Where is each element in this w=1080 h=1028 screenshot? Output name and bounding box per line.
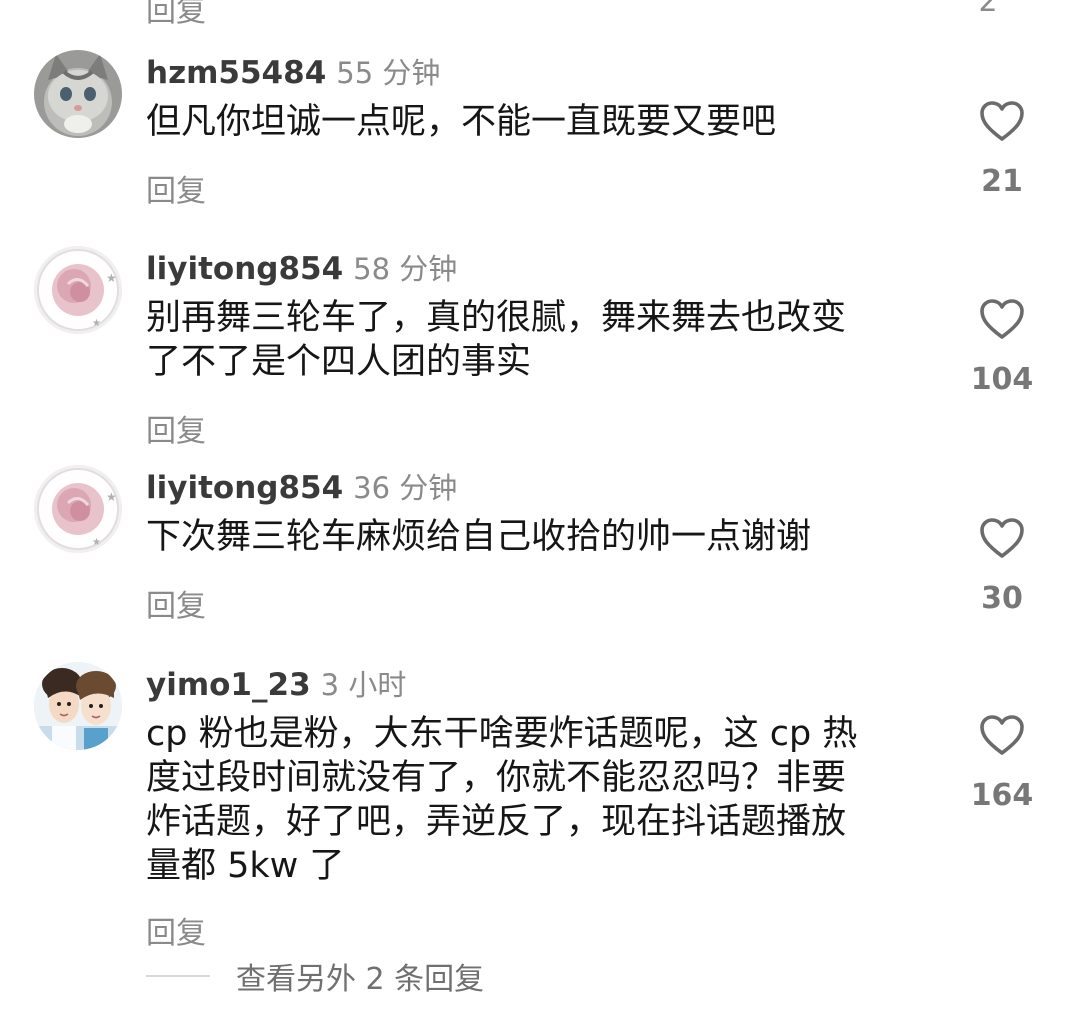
comment-line: cp 粉也是粉，大东干啥要炸话题呢，这 cp 热 (146, 714, 858, 754)
comment-line: 度过段时间就没有了，你就不能忍忍吗？非要 (146, 758, 847, 798)
rose-avatar-icon: ★ ★ (34, 246, 122, 334)
username[interactable]: hzm55484 (146, 55, 326, 91)
heart-icon[interactable] (979, 100, 1025, 142)
reply-button[interactable]: 回复 (146, 908, 206, 952)
timestamp: 58 分钟 (353, 252, 458, 286)
svg-text:★: ★ (92, 537, 101, 548)
comment-line: 下次舞三轮车麻烦给自己收拾的帅一点谢谢 (146, 517, 812, 557)
timestamp: 55 分钟 (336, 56, 441, 90)
comment-text: 别再舞三轮车了，真的很腻，舞来舞去也改变 了不了是个四人团的事实 (146, 296, 936, 384)
avatar[interactable]: ★ ★ (34, 465, 122, 553)
comment-text: cp 粉也是粉，大东干啥要炸话题呢，这 cp 热 度过段时间就没有了，你就不能忍… (146, 712, 936, 888)
heart-icon[interactable] (979, 517, 1025, 559)
rose-avatar-icon: ★ ★ (34, 465, 122, 553)
like-count: 30 (981, 581, 1023, 616)
heart-icon[interactable] (979, 714, 1025, 756)
timestamp: 3 小时 (320, 668, 407, 702)
svg-text:★: ★ (92, 318, 101, 329)
like-count: 104 (970, 362, 1034, 397)
comment-meta: liyitong854 58 分钟 (146, 246, 458, 287)
reply-button[interactable]: 回复 (146, 166, 206, 210)
comment-text: 但凡你坦诚一点呢，不能一直既要又要吧 (146, 100, 936, 144)
like-count: 21 (981, 164, 1023, 199)
comment-line: 了不了是个四人团的事实 (146, 342, 532, 382)
heart-icon[interactable] (979, 298, 1025, 340)
svg-text:★: ★ (106, 271, 117, 285)
username[interactable]: yimo1_23 (146, 667, 311, 703)
like-control: 30 (962, 517, 1042, 616)
like-control: 164 (962, 714, 1042, 813)
like-count: 164 (970, 778, 1034, 813)
reply-button[interactable]: 回复 (146, 0, 206, 30)
comment-text: 下次舞三轮车麻烦给自己收拾的帅一点谢谢 (146, 515, 936, 559)
reply-button[interactable]: 回复 (146, 406, 206, 450)
avatar[interactable] (34, 50, 122, 138)
svg-text:★: ★ (106, 490, 117, 504)
cat-avatar-icon (34, 50, 122, 138)
username[interactable]: liyitong854 (146, 470, 343, 506)
username[interactable]: liyitong854 (146, 251, 343, 287)
like-control: 21 (962, 100, 1042, 199)
anime-duo-avatar-icon (34, 662, 122, 750)
divider-line (146, 975, 210, 977)
reply-button[interactable]: 回复 (146, 581, 206, 625)
comment-line: 但凡你坦诚一点呢，不能一直既要又要吧 (146, 102, 777, 142)
comment-line: 炸话题，好了吧，弄逆反了，现在抖话题播放 (146, 802, 847, 842)
view-more-replies-label: 查看另外 2 条回复 (236, 962, 485, 997)
timestamp: 36 分钟 (353, 471, 458, 505)
avatar[interactable] (34, 662, 122, 750)
like-control: 104 (962, 298, 1042, 397)
previous-comment-fragment: 回复 2 (0, 0, 1080, 30)
comment-line: 量都 5kw 了 (146, 846, 345, 886)
comment-meta: liyitong854 36 分钟 (146, 465, 458, 506)
comment-line: 别再舞三轮车了，真的很腻，舞来舞去也改变 (146, 298, 847, 338)
comment-meta: hzm55484 55 分钟 (146, 50, 441, 91)
avatar[interactable]: ★ ★ (34, 246, 122, 334)
view-more-replies-button[interactable]: 查看另外 2 条回复 (146, 955, 484, 997)
like-count: 2 (978, 0, 998, 19)
comment-meta: yimo1_23 3 小时 (146, 662, 407, 703)
